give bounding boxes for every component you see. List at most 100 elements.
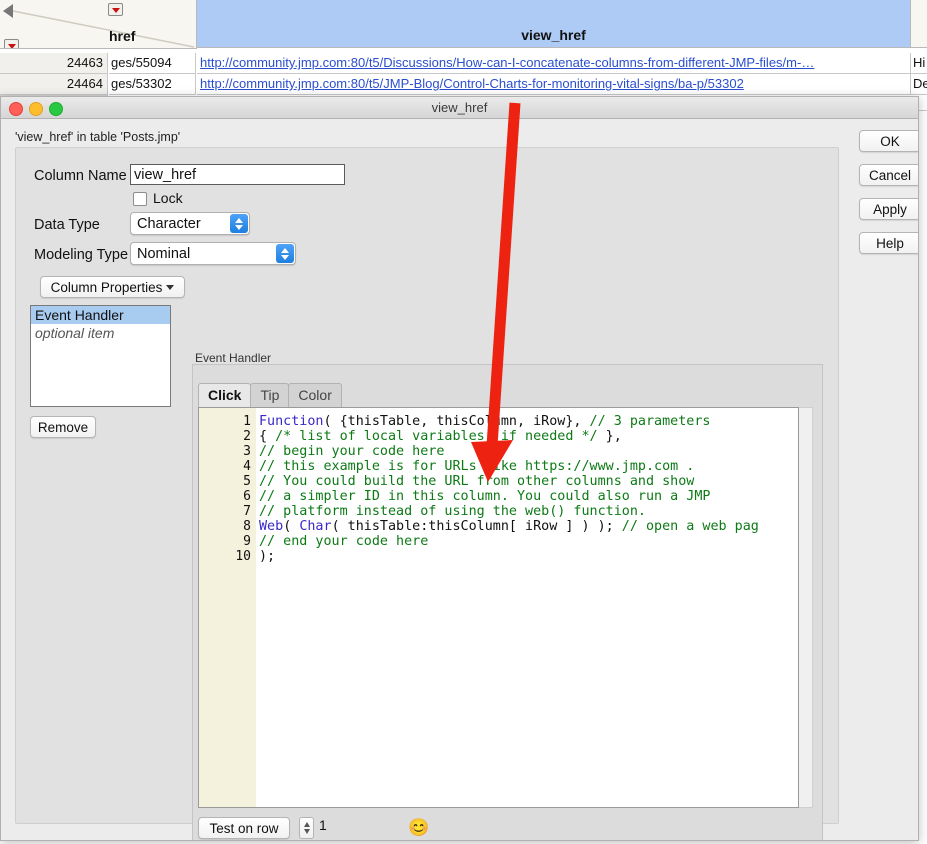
modeling-type-label: Modeling Type <box>34 247 129 263</box>
code-token: Function <box>259 414 324 429</box>
code-token: }, <box>597 429 622 444</box>
code-line: // this example is for URLs like https:/… <box>259 459 798 474</box>
chevron-up-icon <box>281 247 289 253</box>
line-number: 3 <box>243 444 251 459</box>
view-href-cell[interactable]: http://community.jmp.com:80/t5/JMP-Blog/… <box>197 74 911 95</box>
event-handler-caption: Event Handler <box>192 351 275 365</box>
column-header-view-href[interactable]: view_href <box>197 0 911 48</box>
remove-button[interactable]: Remove <box>30 416 96 438</box>
code-token: Web <box>259 519 284 534</box>
code-token: { <box>259 429 276 444</box>
status-emoji-icon: 😊 <box>408 818 430 837</box>
test-on-row-label: Test on row <box>209 820 279 836</box>
code-line: ); <box>259 549 798 564</box>
code-line: // a simpler ID in this column. You coul… <box>259 489 798 504</box>
line-number: 4 <box>243 459 251 474</box>
test-row-stepper[interactable] <box>299 817 314 839</box>
event-handler-tabs: Click Tip Color <box>198 383 342 407</box>
line-number-gutter: 1 2 3 4 5 6 7 8 9 10 <box>199 408 256 807</box>
window-titlebar[interactable]: view_href <box>1 97 918 119</box>
code-token: // platform instead of using the web() f… <box>259 504 646 519</box>
line-number: 10 <box>235 549 251 564</box>
help-button-label: Help <box>876 235 904 251</box>
code-token: // begin your code here <box>259 444 445 459</box>
screen: href view_href 24463 ges/55094 http://co… <box>0 0 927 844</box>
ok-button-label: OK <box>880 133 900 149</box>
lock-checkbox[interactable] <box>133 192 147 206</box>
tab-color[interactable]: Color <box>288 383 342 407</box>
apply-button-label: Apply <box>873 201 907 217</box>
code-line: Function( {thisTable, thisColumn, iRow},… <box>259 414 798 429</box>
list-item[interactable]: Event Handler <box>31 306 170 324</box>
column-properties-list[interactable]: Event Handler optional item <box>30 305 171 407</box>
next-column-cell[interactable]: Hi <box>911 53 927 74</box>
data-type-stepper-icon[interactable] <box>230 214 248 233</box>
next-column-cell[interactable]: De <box>911 74 927 95</box>
script-code-text[interactable]: Function( {thisTable, thisColumn, iRow},… <box>259 408 798 807</box>
line-number: 8 <box>243 519 251 534</box>
column-info-window: view_href 'view_href' in table 'Posts.jm… <box>0 96 919 841</box>
code-line: // end your code here <box>259 534 798 549</box>
script-editor[interactable]: 1 2 3 4 5 6 7 8 9 10 Function( {thisTabl… <box>198 407 799 808</box>
line-number: 2 <box>243 429 251 444</box>
column-header-spacer <box>911 0 927 48</box>
event-handler-groupbox: Click Tip Color 1 2 3 4 5 6 7 8 9 10 Fun… <box>192 364 823 840</box>
chevron-down-icon <box>235 224 243 230</box>
column-properties-label: Column Properties <box>50 279 163 295</box>
modeling-type-value: Nominal <box>137 245 191 262</box>
line-number: 5 <box>243 474 251 489</box>
test-row-value: 1 <box>319 817 327 833</box>
line-number: 6 <box>243 489 251 504</box>
tab-tip[interactable]: Tip <box>250 383 290 407</box>
code-token: // end your code here <box>259 534 429 549</box>
href-cell[interactable]: ges/53302 <box>109 74 196 95</box>
code-token: ); <box>259 549 276 564</box>
code-token: ( thisTable:thisColumn[ iRow ] ) ); <box>331 519 622 534</box>
column-name-label: Column Name <box>34 168 127 184</box>
data-type-combo[interactable]: Character <box>130 212 250 235</box>
data-type-value: Character <box>137 215 201 232</box>
test-on-row-button[interactable]: Test on row <box>198 817 290 839</box>
line-number: 1 <box>243 414 251 429</box>
modeling-type-stepper-icon[interactable] <box>276 244 294 263</box>
code-token: // open a web pag <box>621 519 759 534</box>
help-button[interactable]: Help <box>859 232 918 254</box>
modeling-type-combo[interactable]: Nominal <box>130 242 296 265</box>
cancel-button-label: Cancel <box>868 167 912 183</box>
column-header-href[interactable]: href <box>109 0 195 48</box>
chevron-up-icon <box>235 217 243 223</box>
table-row[interactable]: 24463 ges/55094 http://community.jmp.com… <box>0 53 927 74</box>
list-item[interactable]: optional item <box>31 324 170 342</box>
code-token: // this example is for URLs like https:/… <box>259 459 695 474</box>
column-name-input[interactable] <box>130 164 345 185</box>
red-disclosure-icon-left[interactable] <box>4 39 19 48</box>
remove-button-label: Remove <box>37 419 89 435</box>
view-href-cell[interactable]: http://community.jmp.com:80/t5/Discussio… <box>197 53 911 74</box>
code-token: // 3 parameters <box>589 414 711 429</box>
cancel-button[interactable]: Cancel <box>859 164 918 186</box>
chevron-up-icon <box>303 822 310 827</box>
ok-button[interactable]: OK <box>859 130 918 152</box>
tab-click[interactable]: Click <box>198 383 252 407</box>
collapse-triangle-icon[interactable] <box>3 4 13 18</box>
column-properties-button[interactable]: Column Properties <box>40 276 185 298</box>
chevron-down-icon <box>166 284 175 290</box>
code-token: ( <box>283 519 300 534</box>
window-title: view_href <box>431 100 488 115</box>
table-row[interactable]: 24464 ges/53302 http://community.jmp.com… <box>0 74 927 95</box>
window-subtitle: 'view_href' in table 'Posts.jmp' <box>15 130 181 144</box>
code-line: Web( Char( thisTable:thisColumn[ iRow ] … <box>259 519 798 534</box>
code-line: // You could build the URL from other co… <box>259 474 798 489</box>
line-number: 9 <box>243 534 251 549</box>
data-type-label: Data Type <box>34 217 100 233</box>
background-data-table: href view_href 24463 ges/55094 http://co… <box>0 0 927 111</box>
code-token: // a simpler ID in this column. You coul… <box>259 489 711 504</box>
main-panel: Column Name Lock Data Type Character Mod… <box>15 147 839 840</box>
href-cell[interactable]: ges/55094 <box>109 53 196 74</box>
editor-vertical-scrollbar[interactable] <box>799 407 813 808</box>
line-number: 7 <box>243 504 251 519</box>
code-line: { /* list of local variables, if needed … <box>259 429 798 444</box>
code-token: /* list of local variables, if needed */ <box>275 429 598 444</box>
code-token: ( {thisTable, thisColumn, iRow}, <box>323 414 590 429</box>
apply-button[interactable]: Apply <box>859 198 918 220</box>
